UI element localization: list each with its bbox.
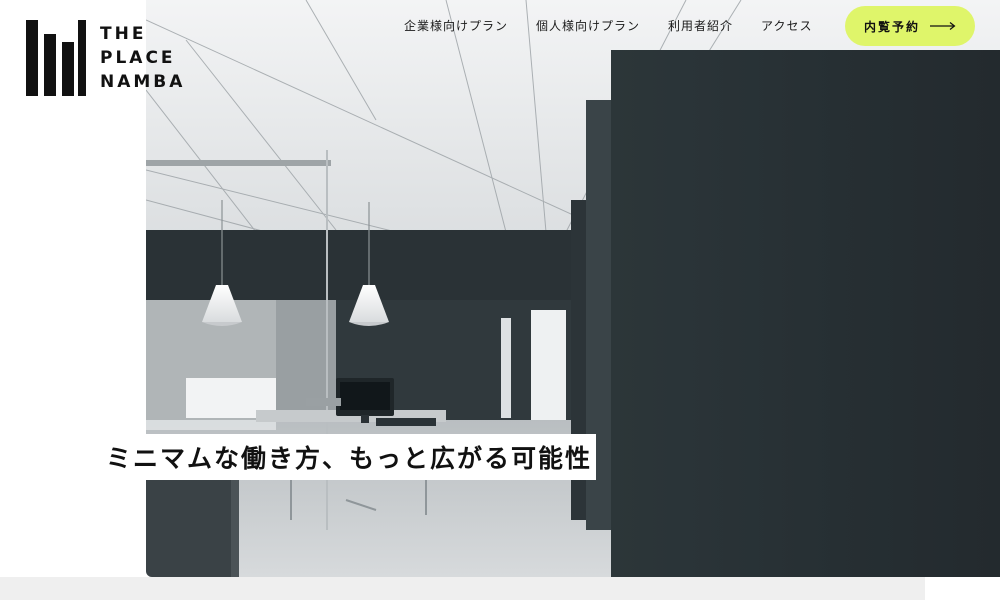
nav-corporate-plan[interactable]: 企業様向けプラン: [390, 16, 522, 36]
hero-tagline-box: ミニマムな働き方、もっと広がる可能性: [94, 434, 596, 480]
nav-personal-plan[interactable]: 個人様向けプラン: [522, 16, 654, 36]
nav-member-stories[interactable]: 利用者紹介: [654, 16, 747, 36]
nav-access[interactable]: アクセス: [747, 16, 826, 36]
office-interior-illustration: [146, 0, 1000, 577]
arrow-right-icon: [930, 22, 956, 30]
logo-wordmark: THE PLACE NAMBA: [100, 22, 185, 94]
viewing-reservation-button[interactable]: 内覧予約: [845, 6, 975, 46]
logo-line-1: THE: [100, 24, 147, 44]
site-logo[interactable]: THE PLACE NAMBA: [26, 20, 196, 100]
hero-image: [146, 0, 1000, 577]
main-nav: 企業様向けプラン 個人様向けプラン 利用者紹介 アクセス: [390, 16, 826, 36]
reservation-label: 内覧予約: [863, 19, 920, 34]
logo-line-3: NAMBA: [100, 72, 186, 92]
section-divider: [0, 577, 925, 600]
logo-line-2: PLACE: [100, 48, 176, 68]
hero-tagline: ミニマムな働き方、もっと広がる可能性: [106, 444, 593, 473]
logo-bars-icon: [26, 20, 86, 96]
